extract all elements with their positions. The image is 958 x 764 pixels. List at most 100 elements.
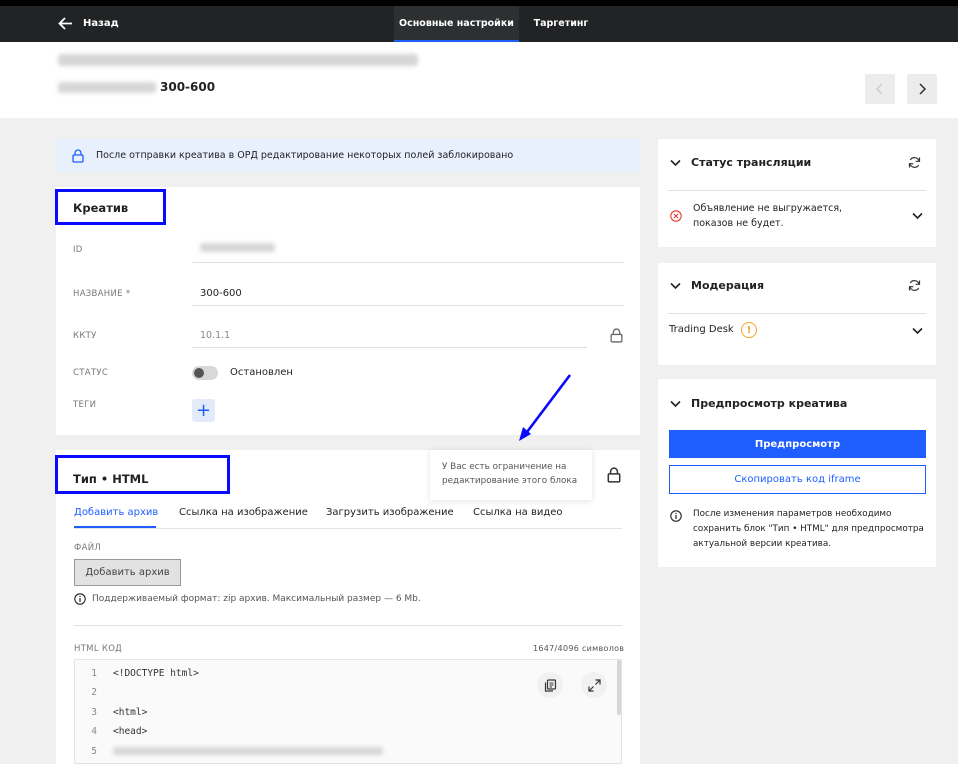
status-toggle[interactable] [192, 366, 218, 380]
kktu-underline [192, 347, 587, 348]
preview-header[interactable]: Предпросмотр креатива [670, 397, 847, 410]
moderation-item: Trading Desk [669, 324, 734, 335]
kktu-lock-icon [610, 328, 623, 343]
code-line: 2 [75, 683, 113, 701]
lock-notice: После отправки креатива в ОРД редактиров… [56, 139, 640, 172]
tab-targeting[interactable]: Таргетинг [522, 6, 600, 42]
chevron-right-icon [919, 83, 927, 95]
type-html-title: Тип • HTML [73, 472, 149, 486]
name-input[interactable]: 300-600 [200, 288, 242, 299]
id-underline [192, 262, 624, 263]
chevron-left-icon [875, 83, 883, 95]
code-line: 4 <head> [75, 722, 147, 740]
info-icon [74, 593, 86, 605]
tab-image-link[interactable]: Ссылка на изображение [179, 507, 308, 518]
refresh-icon[interactable] [908, 156, 921, 169]
page-title-suffix: 300-600 [160, 80, 216, 94]
annotation-arrow-icon [519, 374, 572, 441]
copy-iframe-button[interactable]: Скопировать код iframe [669, 465, 926, 494]
broadcast-status-header[interactable]: Статус трансляции [670, 156, 811, 169]
warning-badge-text: ! [746, 324, 752, 336]
upload-tabs: Добавить архив Ссылка на изображение Заг… [74, 500, 622, 529]
kktu-label: ККТУ [73, 331, 97, 341]
code-counter: 1647/4096 символов [533, 644, 625, 653]
line-text: <!DOCTYPE html> [113, 667, 199, 679]
name-underline [192, 305, 624, 306]
page-title: 300-600 [58, 80, 215, 94]
divider [668, 190, 926, 191]
blurred-breadcrumb [58, 54, 418, 66]
lock-notice-text: После отправки креатива в ОРД редактиров… [96, 150, 514, 161]
chevron-down-icon [670, 159, 681, 166]
broadcast-status-message: Объявление не выгружается, показов не бу… [693, 203, 843, 229]
line-number: 1 [91, 667, 97, 679]
moderation-header[interactable]: Модерация [670, 279, 764, 292]
line-number: 3 [91, 706, 97, 718]
back-label: Назад [83, 18, 119, 29]
format-hint-text: Поддерживаемый формат: zip архив. Максим… [92, 594, 421, 604]
divider [74, 625, 622, 626]
divider [668, 313, 926, 314]
html-code-editor[interactable]: 1 <!DOCTYPE html> 2 3 <html> 4 <head> 5 [74, 659, 622, 764]
expand-icon [587, 678, 601, 692]
tab-video-link[interactable]: Ссылка на видео [473, 507, 563, 518]
creative-title: Креатив [73, 201, 129, 215]
arrow-left-icon [58, 17, 72, 30]
expand-editor-button[interactable] [581, 672, 607, 698]
error-icon [670, 210, 682, 222]
tab-main-settings-label: Основные настройки [399, 18, 514, 29]
top-bar: Назад Основные настройки Таргетинг [0, 0, 958, 42]
back-button[interactable]: Назад [58, 17, 119, 30]
file-label: ФАЙЛ [74, 543, 102, 553]
name-label: НАЗВАНИЕ * [73, 289, 131, 299]
warning-icon: ! [741, 322, 757, 338]
type-lock-icon [607, 467, 621, 483]
next-button[interactable] [907, 74, 937, 104]
page-header: 300-600 [0, 42, 958, 118]
broadcast-status-title: Статус трансляции [691, 156, 812, 169]
copy-code-button[interactable] [537, 672, 563, 698]
html-code-label: HTML КОД [74, 644, 123, 654]
line-text: <head> [113, 725, 148, 737]
preview-title: Предпросмотр креатива [691, 397, 848, 410]
active-tab-underline [74, 526, 156, 528]
expand-broadcast-chevron-icon[interactable] [912, 212, 923, 220]
id-label: ID [73, 245, 83, 255]
moderation-title: Модерация [691, 279, 765, 292]
blurred-code-line [113, 747, 383, 755]
add-tag-button[interactable]: + [192, 399, 215, 422]
preview-note: После изменения параметров необходимо со… [693, 509, 924, 549]
line-text: <html> [113, 706, 148, 718]
tab-main-settings[interactable]: Основные настройки [394, 6, 519, 42]
code-line: 3 <html> [75, 703, 147, 721]
tags-label: ТЕГИ [73, 400, 97, 410]
restriction-tooltip: У Вас есть ограничение на редактирование… [430, 450, 592, 500]
tab-targeting-label: Таргетинг [533, 18, 589, 29]
copy-icon [544, 678, 556, 692]
toggle-knob [194, 368, 204, 378]
format-hint: Поддерживаемый формат: zip архив. Максим… [74, 593, 421, 605]
code-line: 1 <!DOCTYPE html> [75, 664, 199, 682]
line-number: 5 [91, 745, 97, 757]
prev-button[interactable] [865, 74, 895, 104]
status-value: Остановлен [230, 367, 293, 378]
line-number: 4 [91, 725, 97, 737]
chevron-down-icon [670, 400, 681, 407]
blurred-id-value [200, 243, 275, 252]
status-label: СТАТУС [73, 368, 109, 378]
preview-button[interactable]: Предпросмотр [669, 430, 926, 458]
lock-icon [72, 148, 84, 163]
add-archive-button[interactable]: Добавить архив [74, 559, 181, 586]
tab-upload-image[interactable]: Загрузить изображение [326, 507, 454, 518]
kktu-value: 10.1.1 [200, 330, 231, 341]
code-scrollbar[interactable] [617, 660, 621, 715]
code-line: 5 [75, 742, 383, 760]
chevron-down-icon [670, 282, 681, 289]
refresh-icon[interactable] [908, 279, 921, 292]
plus-icon: + [195, 399, 212, 421]
info-icon [670, 510, 682, 522]
line-number: 2 [91, 686, 97, 698]
expand-moderation-chevron-icon[interactable] [912, 327, 923, 335]
tab-add-archive[interactable]: Добавить архив [74, 507, 158, 518]
blurred-title-prefix [58, 81, 156, 93]
